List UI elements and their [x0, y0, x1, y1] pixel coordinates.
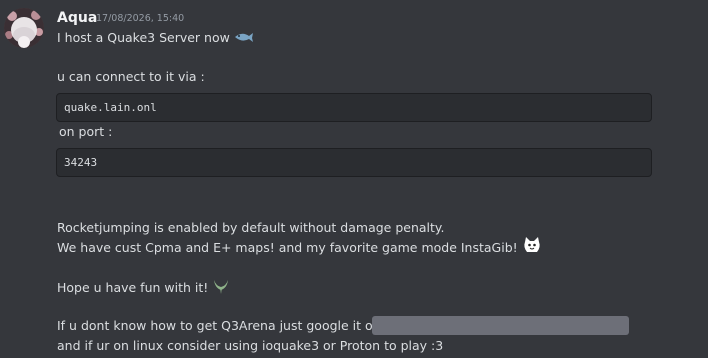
message-text: Hope u have fun with it!: [57, 280, 209, 295]
spoiler-link[interactable]: [372, 316, 629, 335]
message-line: Hope u have fun with it!: [57, 277, 230, 300]
message-timestamp[interactable]: 17/08/2026, 15:40: [96, 12, 184, 26]
avatar-image-icon: [4, 8, 44, 48]
message-text: We have cust Cpma and E+ maps! and my fa…: [57, 240, 518, 255]
code-block-port[interactable]: 34243: [56, 148, 652, 177]
message-line: I host a Quake3 Server now: [57, 29, 254, 48]
message-line: and if ur on linux consider using ioquak…: [57, 338, 444, 353]
message-line: If u dont know how to get Q3Arena just g…: [57, 318, 386, 333]
avatar[interactable]: [4, 8, 44, 48]
chat-message: Aqua 17/08/2026, 15:40 I host a Quake3 S…: [0, 0, 708, 358]
fish-emoji-icon: [234, 30, 254, 48]
author-name[interactable]: Aqua: [57, 9, 97, 27]
quake-logo-emoji-icon: [212, 277, 230, 300]
message-line: We have cust Cpma and E+ maps! and my fa…: [57, 237, 542, 260]
cat-emoji-icon: [522, 237, 542, 260]
message-line: u can connect to it via :: [57, 69, 205, 84]
message-text: I host a Quake3 Server now: [57, 30, 230, 45]
message-line: Rocketjumping is enabled by default with…: [57, 220, 445, 235]
message-line: on port :: [59, 124, 113, 139]
code-block-host[interactable]: quake.lain.onl: [56, 93, 652, 122]
